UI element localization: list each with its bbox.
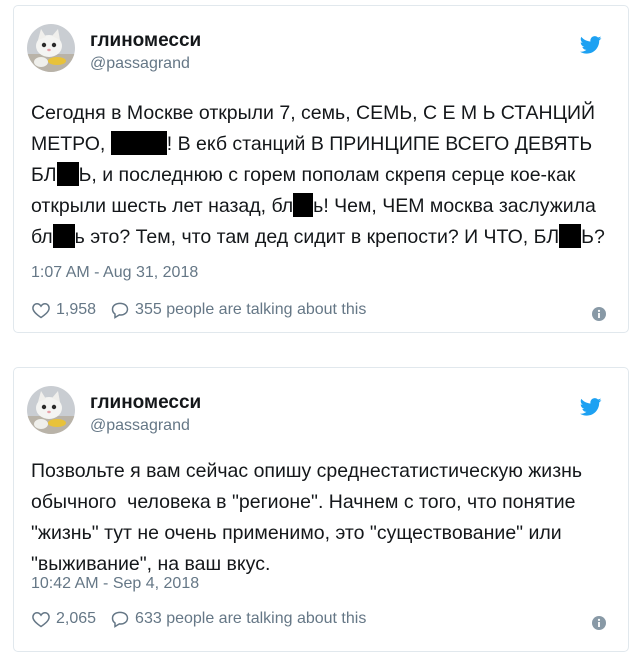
avatar[interactable] bbox=[27, 24, 75, 72]
heart-icon[interactable] bbox=[31, 300, 51, 320]
like-count[interactable]: 2,065 bbox=[56, 610, 96, 628]
author-name[interactable]: глиномесси bbox=[90, 392, 201, 414]
twitter-bird-icon[interactable] bbox=[580, 36, 602, 54]
author-name[interactable]: глиномесси bbox=[90, 30, 201, 52]
tweet-actions: 2,065 633 people are talking about this bbox=[31, 609, 366, 629]
redaction-box bbox=[56, 162, 79, 186]
text-segment: Ь? bbox=[581, 226, 605, 248]
redaction-box bbox=[559, 224, 582, 248]
speech-bubble-icon[interactable] bbox=[110, 609, 130, 629]
info-icon[interactable] bbox=[592, 307, 606, 321]
tweet-card[interactable]: глиномесси @passagrand Позвольте я вам с… bbox=[13, 367, 629, 652]
tweet-timestamp[interactable]: 10:42 AM - Sep 4, 2018 bbox=[31, 575, 199, 593]
tweet-text: Сегодня в Москве открыли 7, семь, СЕМЬ, … bbox=[31, 98, 621, 253]
author-handle[interactable]: @passagrand bbox=[90, 55, 190, 73]
twitter-bird-icon[interactable] bbox=[580, 398, 602, 416]
tweet-text: Позвольте я вам сейчас опишу среднестати… bbox=[31, 460, 588, 575]
tweet-timestamp[interactable]: 1:07 AM - Aug 31, 2018 bbox=[31, 264, 198, 282]
redaction-box bbox=[52, 224, 75, 248]
speech-bubble-icon[interactable] bbox=[110, 300, 130, 320]
cat-avatar-icon bbox=[27, 386, 75, 434]
like-count[interactable]: 1,958 bbox=[56, 301, 96, 319]
tweet-actions: 1,958 355 people are talking about this bbox=[31, 300, 366, 320]
talking-about-link[interactable]: 633 people are talking about this bbox=[135, 610, 366, 628]
author-handle[interactable]: @passagrand bbox=[90, 417, 190, 435]
tweet-card[interactable]: глиномесси @passagrand Сегодня в Москве … bbox=[13, 5, 629, 333]
talking-about-link[interactable]: 355 people are talking about this bbox=[135, 301, 366, 319]
text-segment: ь это? Тем, что там дед сидит в крепости… bbox=[74, 226, 560, 248]
redaction-box bbox=[293, 193, 314, 217]
info-icon[interactable] bbox=[592, 616, 606, 630]
heart-icon[interactable] bbox=[31, 609, 51, 629]
redaction-box bbox=[110, 131, 167, 155]
avatar[interactable] bbox=[27, 386, 75, 434]
cat-avatar-icon bbox=[27, 24, 75, 72]
